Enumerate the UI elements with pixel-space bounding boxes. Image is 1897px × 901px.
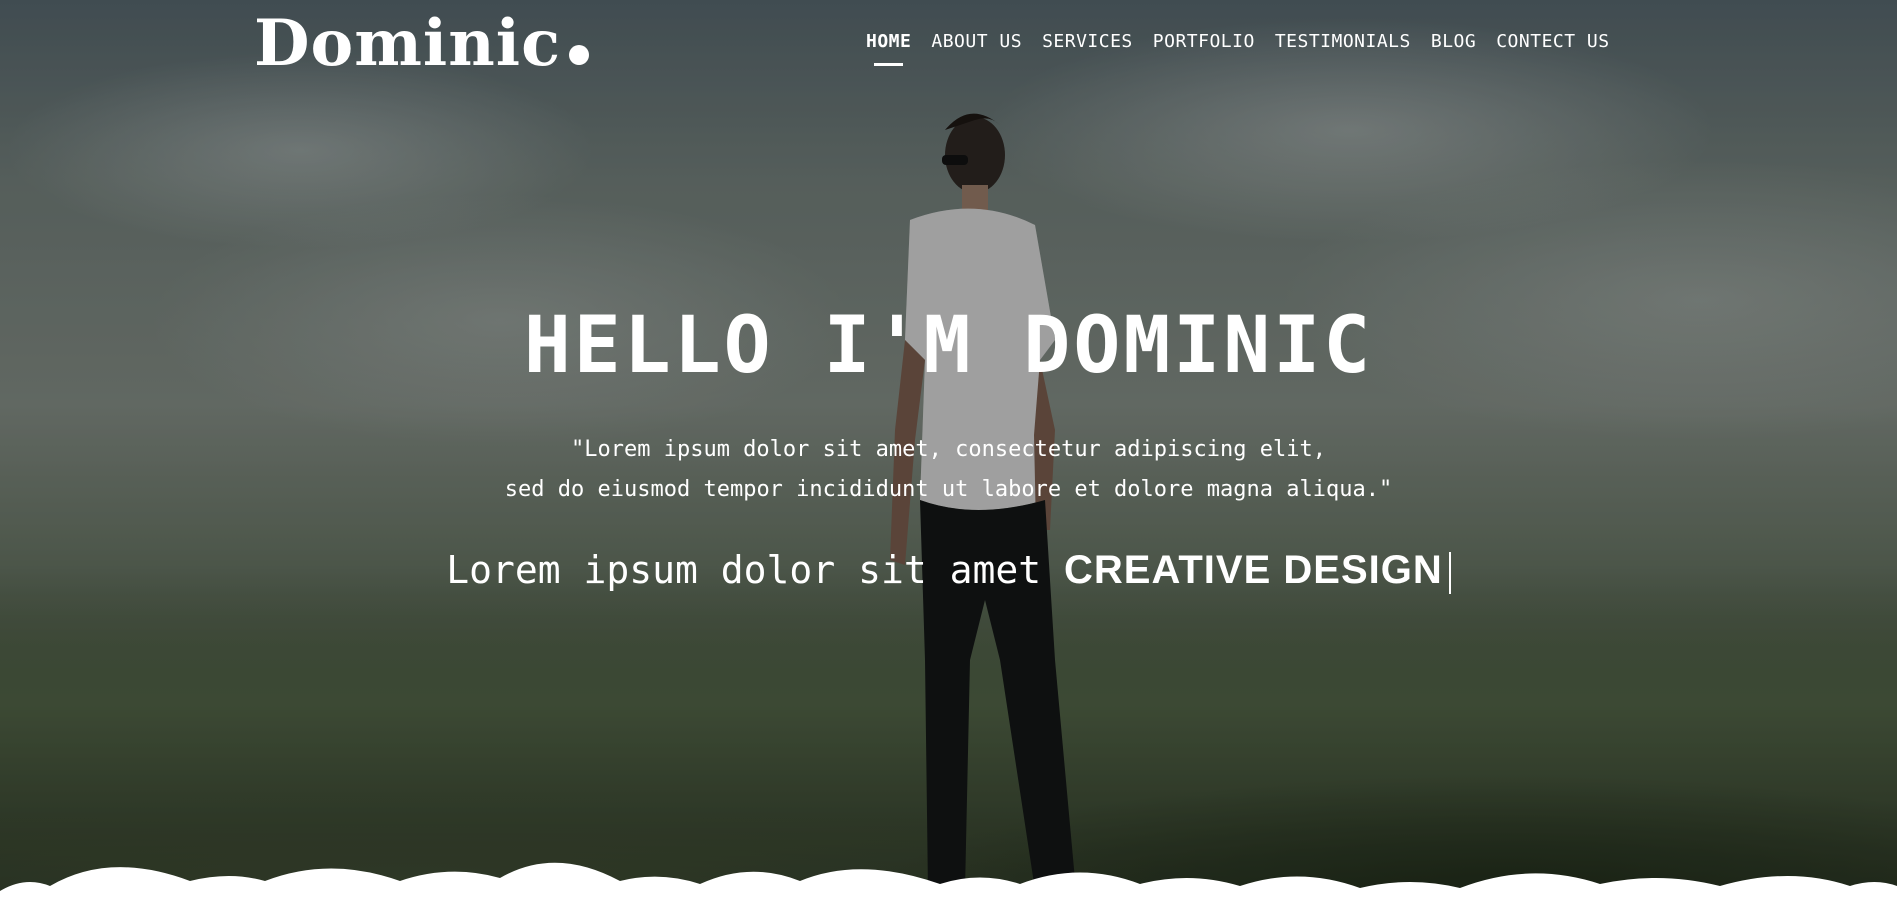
- main-navigation: HOME ABOUT US SERVICES PORTFOLIO TESTIMO…: [866, 31, 1610, 66]
- typed-cursor: [1448, 551, 1451, 594]
- nav-item-portfolio[interactable]: PORTFOLIO: [1153, 31, 1255, 52]
- nav-item-testimonials[interactable]: TESTIMONIALS: [1275, 31, 1411, 52]
- nav-item-blog[interactable]: BLOG: [1431, 31, 1476, 52]
- hero-quote-line-2: sed do eiusmod tempor incididunt ut labo…: [504, 477, 1393, 502]
- hero-typed-text: Lorem ipsum dolor sit amet CREATIVE DESI…: [0, 548, 1897, 594]
- brand-logo-text: Dominic: [254, 6, 562, 81]
- logo-dot-icon: [569, 45, 590, 65]
- hero-quote-line-1: "Lorem ipsum dolor sit amet, consectetur…: [571, 437, 1326, 462]
- cloud-divider: [0, 862, 1897, 901]
- nav-item-about-us[interactable]: ABOUT US: [931, 31, 1022, 52]
- nav-item-home[interactable]: HOME: [866, 31, 911, 66]
- hero-quote: "Lorem ipsum dolor sit amet, consectetur…: [0, 430, 1897, 510]
- hero-title: HELLO I'M DOMINIC: [523, 301, 1374, 391]
- typed-prefix: Lorem ipsum dolor sit amet: [446, 548, 1042, 592]
- nav-item-contact-us[interactable]: CONTECT US: [1496, 31, 1609, 52]
- nav-item-services[interactable]: SERVICES: [1042, 31, 1133, 52]
- typed-word: CREATIVE DESIGN: [1063, 548, 1443, 592]
- brand-logo[interactable]: Dominic: [254, 4, 590, 84]
